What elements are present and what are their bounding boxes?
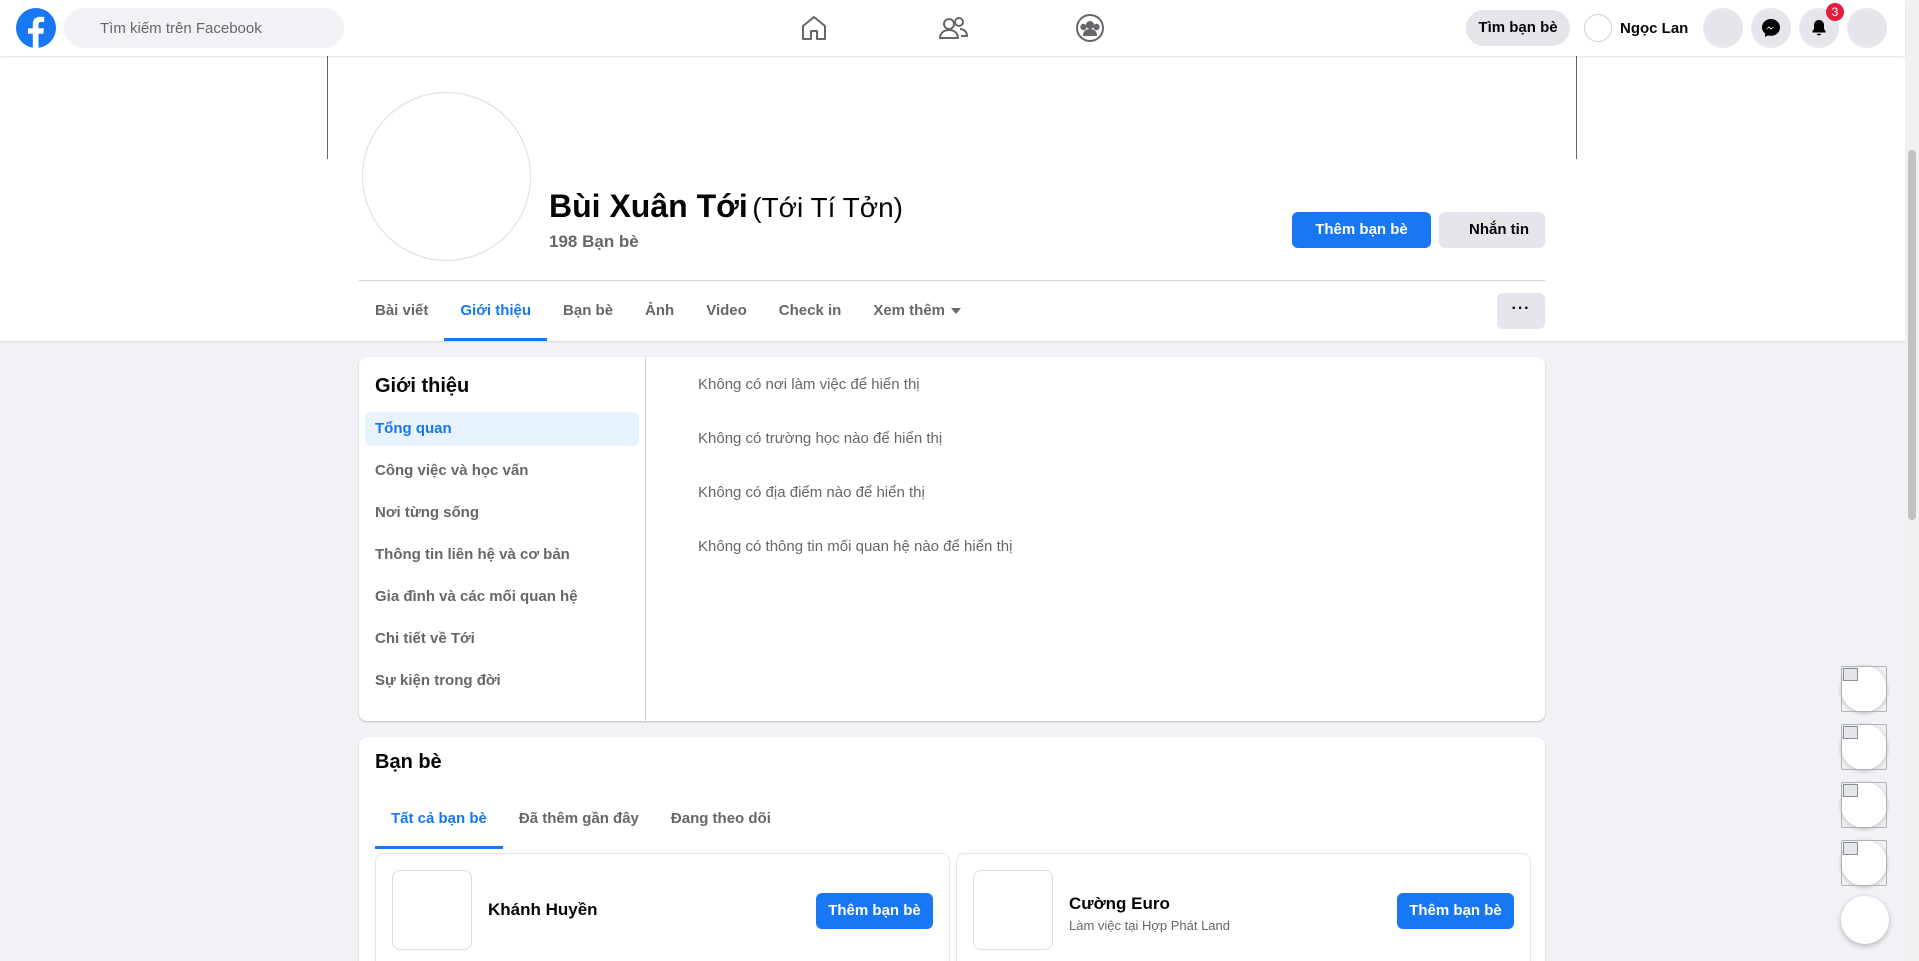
about-menu-details[interactable]: Chi tiết về Tới — [365, 622, 639, 656]
friend-thumbnail[interactable] — [973, 870, 1053, 950]
no-school-text: Không có trường học nào để hiển thị — [698, 430, 943, 447]
no-relationship-text: Không có thông tin mối quan hệ nào để hi… — [698, 538, 1013, 555]
tab-recently-added[interactable]: Đã thêm gần đây — [503, 789, 655, 849]
about-menu-contact-basic-info[interactable]: Thông tin liên hệ và cơ bản — [365, 538, 639, 572]
search-input[interactable]: Tìm kiếm trên Facebook — [64, 8, 344, 48]
more-options-button[interactable]: ··· — [1497, 293, 1545, 329]
friend-name[interactable]: Cường Euro — [1069, 894, 1170, 914]
tab-about[interactable]: Giới thiệu — [444, 281, 547, 341]
add-friend-button[interactable]: Thêm bạn bè — [1292, 212, 1431, 248]
profile-shortcut[interactable]: Ngọc Lan — [1580, 10, 1696, 46]
profile-name: Bùi Xuân Tới — [549, 188, 748, 224]
friend-workplace: Làm việc tại Hợp Phát Land — [1069, 918, 1231, 933]
chat-head[interactable] — [1841, 666, 1887, 712]
friends-icon[interactable] — [937, 12, 969, 44]
profile-picture[interactable] — [362, 92, 531, 261]
tab-photos[interactable]: Ảnh — [629, 281, 690, 341]
facebook-logo-icon[interactable] — [16, 8, 56, 48]
broken-image-icon — [1841, 724, 1887, 770]
bell-icon — [1812, 20, 1826, 36]
about-menu-overview[interactable]: Tổng quan — [365, 412, 639, 446]
user-name: Ngọc Lan — [1620, 19, 1689, 37]
friend-item[interactable]: Khánh Huyền Thêm bạn bè — [375, 853, 950, 961]
chat-head[interactable] — [1841, 724, 1887, 770]
about-menu-family-relationships[interactable]: Gia đình và các mối quan hệ — [365, 580, 639, 614]
tab-all-friends[interactable]: Tất cả bạn bè — [375, 789, 503, 849]
profile-alternate-name: (Tới Tí Tởn) — [752, 192, 904, 223]
about-title: Giới thiệu — [375, 375, 470, 397]
avatar — [1584, 14, 1612, 42]
menu-button[interactable] — [1703, 8, 1743, 48]
profile-name-row: Bùi Xuân Tới (Tới Tí Tởn) — [549, 188, 903, 225]
page-scrollbar[interactable] — [1905, 0, 1919, 961]
friend-name[interactable]: Khánh Huyền — [488, 900, 598, 920]
messenger-icon — [1762, 19, 1780, 37]
about-menu-life-events[interactable]: Sự kiện trong đời — [365, 664, 639, 698]
broken-image-icon — [1841, 782, 1887, 828]
tab-see-more[interactable]: Xem thêm — [857, 281, 977, 341]
scrollbar-thumb[interactable] — [1908, 150, 1916, 520]
add-friend-button[interactable]: Thêm bạn bè — [816, 893, 933, 929]
about-card: Giới thiệu Tổng quan Công việc và học vấ… — [359, 357, 1545, 721]
new-message-button[interactable] — [1841, 896, 1889, 944]
tab-posts[interactable]: Bài viết — [359, 281, 444, 341]
messenger-button[interactable] — [1751, 8, 1791, 48]
tab-friends[interactable]: Bạn bè — [547, 281, 629, 341]
find-friends-button[interactable]: Tìm bạn bè — [1466, 10, 1570, 46]
about-menu-places-lived[interactable]: Nơi từng sống — [365, 496, 639, 530]
chat-head[interactable] — [1841, 782, 1887, 828]
friends-title: Bạn bè — [375, 751, 442, 773]
friends-tabs: Tất cả bạn bè Đã thêm gần đây Đang theo … — [375, 789, 787, 849]
about-content: Không có nơi làm việc để hiển thị Không … — [698, 375, 1012, 591]
account-button[interactable] — [1847, 8, 1887, 48]
top-navigation-bar: Tìm kiếm trên Facebook Tìm bạn bè Ngọc L… — [0, 0, 1905, 56]
no-workplace-text: Không có nơi làm việc để hiển thị — [698, 376, 920, 393]
cover-photo-edge — [1576, 56, 1577, 159]
chat-head[interactable] — [1841, 840, 1887, 886]
broken-image-icon — [1841, 840, 1887, 886]
cover-photo-edge — [327, 56, 328, 159]
message-button[interactable]: Nhắn tin — [1439, 212, 1545, 248]
notification-badge: 3 — [1826, 3, 1844, 21]
friends-count[interactable]: 198 Bạn bè — [549, 232, 639, 252]
about-sidebar: Giới thiệu Tổng quan Công việc và học vấ… — [359, 357, 646, 721]
tab-check-in[interactable]: Check in — [763, 281, 858, 341]
tab-following[interactable]: Đang theo dõi — [655, 789, 787, 849]
search-placeholder: Tìm kiếm trên Facebook — [100, 20, 262, 37]
caret-down-icon — [951, 308, 962, 314]
friend-thumbnail[interactable] — [392, 870, 472, 950]
profile-tabs: Bài viết Giới thiệu Bạn bè Ảnh Video Che… — [359, 281, 977, 341]
profile-header: Bùi Xuân Tới (Tới Tí Tởn) 198 Bạn bè Thê… — [0, 56, 1905, 341]
home-icon[interactable] — [798, 12, 830, 44]
no-places-text: Không có địa điểm nào để hiển thị — [698, 484, 925, 501]
friends-card: Bạn bè Tất cả bạn bè Đã thêm gần đây Đan… — [359, 737, 1545, 961]
friend-item[interactable]: Cường Euro Làm việc tại Hợp Phát Land Th… — [956, 853, 1531, 961]
about-menu-work-education[interactable]: Công việc và học vấn — [365, 454, 639, 488]
groups-icon[interactable] — [1074, 12, 1106, 44]
broken-image-icon — [1841, 666, 1887, 712]
add-friend-button[interactable]: Thêm bạn bè — [1397, 893, 1514, 929]
about-menu: Tổng quan Công việc và học vấn Nơi từng … — [365, 412, 639, 706]
tab-videos[interactable]: Video — [690, 281, 763, 341]
